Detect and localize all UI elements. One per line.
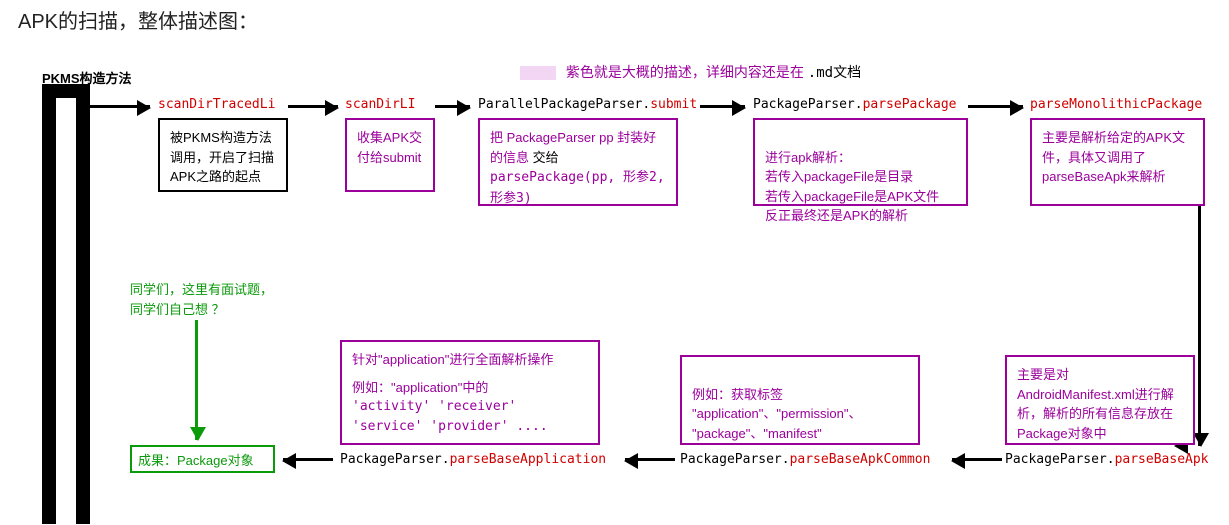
box-text: 收集APK交付给submit bbox=[357, 130, 422, 165]
box-line1: 针对"application"进行全面解析操作 bbox=[352, 350, 588, 370]
method-parseBaseApplication: PackageParser.parseBaseApplication bbox=[340, 452, 606, 467]
arrow-icon bbox=[288, 105, 338, 108]
method-text: parsePackage bbox=[863, 97, 957, 112]
method-scanDirTracedLi: scanDirTracedLi bbox=[158, 97, 275, 112]
box-submit: 把 PackageParser pp 封装好的信息 交给 parsePackag… bbox=[478, 118, 678, 206]
method-text: parseMonolithicPackage bbox=[1030, 97, 1202, 112]
box-line1a: 把 PackageParser pp 封装好的信息 bbox=[490, 130, 656, 165]
arrow-icon bbox=[435, 105, 470, 108]
green-note-l2: 同学们自己想 ？ bbox=[130, 300, 273, 320]
box-text: 被PKMS构造方法调用，开启了扫描APK之路的起点 bbox=[170, 130, 274, 184]
method-scanDirLI: scanDirLI bbox=[345, 97, 415, 112]
arrow-icon bbox=[625, 458, 675, 461]
box-parsePackage: 进行apk解析： 若传入packageFile是目录 若传入packageFil… bbox=[753, 118, 968, 206]
method-text: submit bbox=[650, 97, 697, 112]
box-scanDirTracedLi: 被PKMS构造方法调用，开启了扫描APK之路的起点 bbox=[158, 118, 288, 192]
method-submit: ParallelPackageParser.submit bbox=[478, 97, 697, 112]
box-text: 主要是解析给定的APK文件，具体又调用了parseBaseApk来解析 bbox=[1042, 130, 1185, 184]
purple-swatch-icon bbox=[520, 66, 556, 80]
method-parseBaseApkCommon: PackageParser.parseBaseApkCommon bbox=[680, 452, 930, 467]
box-parseMonolithicPackage: 主要是解析给定的APK文件，具体又调用了parseBaseApk来解析 bbox=[1030, 118, 1205, 206]
method-text-prefix: PackageParser. bbox=[753, 97, 863, 112]
box-parseBaseApplication: 针对"application"进行全面解析操作 例如："application"… bbox=[340, 340, 600, 445]
method-text: parseBaseApplication bbox=[450, 452, 607, 467]
page-title: APK的扫描，整体描述图： bbox=[18, 5, 258, 34]
pkms-bar bbox=[42, 84, 90, 524]
box-scanDirLI: 收集APK交付给submit bbox=[345, 118, 435, 192]
box-line2: parsePackage(pp, 形参2, 形参3) bbox=[490, 170, 665, 206]
method-parsePackage: PackageParser.parsePackage bbox=[753, 97, 957, 112]
box-result: 成果：Package对象 bbox=[130, 445, 275, 473]
green-note: 同学们，这里有面试题， 同学们自己想 ？ bbox=[130, 280, 273, 319]
legend: 紫色就是大概的描述，详细内容还是在 .md文档 bbox=[520, 62, 861, 82]
method-text-prefix: PackageParser. bbox=[1005, 452, 1115, 467]
arrow-icon bbox=[700, 105, 745, 108]
method-text: parseBaseApk bbox=[1115, 452, 1209, 467]
arrow-icon bbox=[1198, 206, 1201, 446]
box-line2: 例如："application"中的 bbox=[352, 378, 588, 398]
box-text: 例如：获取标签 "application"、"permission"、 "pac… bbox=[692, 387, 861, 441]
method-text: parseBaseApkCommon bbox=[790, 452, 931, 467]
method-parseBaseApk: PackageParser.parseBaseApk bbox=[1005, 452, 1209, 467]
green-note-l1: 同学们，这里有面试题， bbox=[130, 280, 273, 300]
method-text: scanDirTracedLi bbox=[158, 97, 275, 112]
box-text: 进行apk解析： 若传入packageFile是目录 若传入packageFil… bbox=[765, 150, 939, 224]
arrow-icon bbox=[90, 105, 150, 108]
method-text: scanDirLI bbox=[345, 97, 415, 112]
method-text-prefix: PackageParser. bbox=[340, 452, 450, 467]
box-parseBaseApkCommon: 例如：获取标签 "application"、"permission"、 "pac… bbox=[680, 355, 920, 445]
arrow-icon bbox=[283, 458, 333, 461]
box-parseBaseApk: 主要是对AndroidManifest.xml进行解析，解析的所有信息存放在Pa… bbox=[1005, 355, 1195, 445]
box-line1b: 交给 bbox=[533, 150, 559, 165]
arrow-icon bbox=[195, 320, 198, 440]
method-text-prefix: ParallelPackageParser. bbox=[478, 97, 650, 112]
method-text-prefix: PackageParser. bbox=[680, 452, 790, 467]
legend-text: 紫色就是大概的描述，详细内容还是在 bbox=[566, 64, 808, 80]
legend-md: .md文档 bbox=[808, 65, 861, 81]
box-text: 主要是对AndroidManifest.xml进行解析，解析的所有信息存放在Pa… bbox=[1017, 367, 1174, 441]
box-line3: 'activity' 'receiver' bbox=[352, 397, 588, 417]
arrow-icon bbox=[952, 458, 1002, 461]
result-text: 成果：Package对象 bbox=[138, 453, 254, 468]
arrow-icon bbox=[968, 105, 1023, 108]
method-parseMonolithicPackage: parseMonolithicPackage bbox=[1030, 97, 1202, 112]
box-line4: 'service' 'provider' .... bbox=[352, 417, 588, 437]
